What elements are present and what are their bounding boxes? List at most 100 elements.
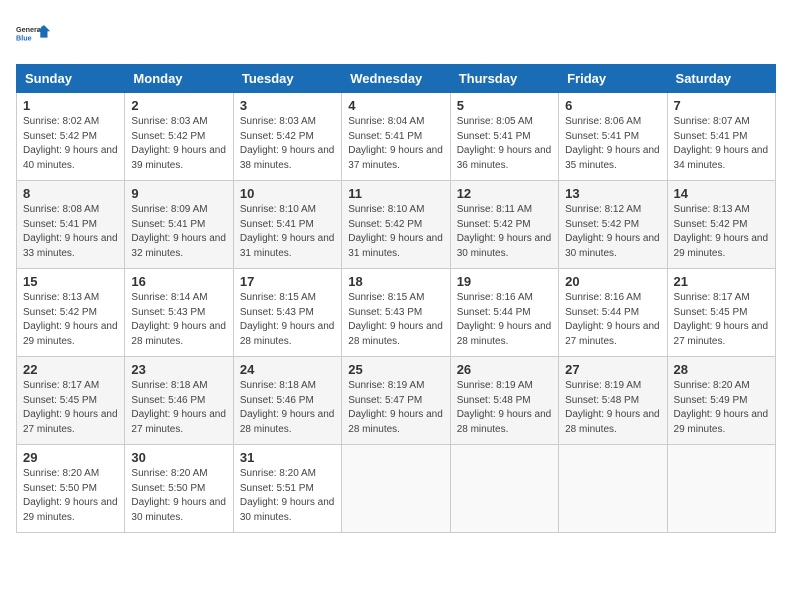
calendar-cell: 9 Sunrise: 8:09 AMSunset: 5:41 PMDaylight… (125, 181, 233, 269)
calendar-cell: 31Sunrise: 8:20 AMSunset: 5:51 PMDayligh… (233, 445, 341, 533)
calendar-cell: 4Sunrise: 8:04 AMSunset: 5:41 PMDaylight… (342, 93, 450, 181)
day-number: 27 (565, 362, 660, 377)
day-info: Sunrise: 8:17 AMSunset: 5:45 PMDaylight:… (674, 291, 769, 349)
day-number: 29 (23, 450, 118, 465)
calendar-cell: 19 Sunrise: 8:16 AMSunset: 5:44 PMDayligh… (450, 269, 558, 357)
day-number: 12 (457, 186, 552, 201)
day-number: 20 (565, 274, 660, 289)
day-info: Sunrise: 8:19 AMSunset: 5:47 PMDaylight:… (348, 379, 443, 437)
calendar-header-row: SundayMondayTuesdayWednesdayThursdayFrid… (17, 65, 776, 93)
day-info: Sunrise: 8:07 AMSunset: 5:41 PMDaylight:… (674, 115, 769, 173)
day-number: 25 (348, 362, 443, 377)
calendar-cell: 6 Sunrise: 8:06 AMSunset: 5:41 PMDaylight… (559, 93, 667, 181)
day-info: Sunrise: 8:19 AMSunset: 5:48 PMDaylight:… (565, 379, 660, 437)
calendar-cell: 15 Sunrise: 8:13 AMSunset: 5:42 PMDayligh… (17, 269, 125, 357)
calendar-cell: 13Sunrise: 8:12 AMSunset: 5:42 PMDayligh… (559, 181, 667, 269)
day-info: Sunrise: 8:16 AMSunset: 5:44 PMDaylight:… (565, 291, 660, 349)
day-info: Sunrise: 8:13 AMSunset: 5:42 PMDaylight:… (674, 203, 769, 261)
day-number: 1 (23, 98, 118, 113)
logo: GeneralBlue (16, 16, 52, 52)
calendar-cell: 20 Sunrise: 8:16 AMSunset: 5:44 PMDayligh… (559, 269, 667, 357)
calendar-week-2: 8Sunrise: 8:08 AMSunset: 5:41 PMDaylight… (17, 181, 776, 269)
day-number: 14 (674, 186, 769, 201)
calendar-cell: 28Sunrise: 8:20 AMSunset: 5:49 PMDayligh… (667, 357, 775, 445)
day-number: 9 (131, 186, 226, 201)
day-number: 26 (457, 362, 552, 377)
calendar-cell: 14 Sunrise: 8:13 AMSunset: 5:42 PMDayligh… (667, 181, 775, 269)
calendar-cell: 27 Sunrise: 8:19 AMSunset: 5:48 PMDayligh… (559, 357, 667, 445)
day-number: 22 (23, 362, 118, 377)
day-info: Sunrise: 8:15 AMSunset: 5:43 PMDaylight:… (240, 291, 335, 349)
col-header-saturday: Saturday (667, 65, 775, 93)
calendar-table: SundayMondayTuesdayWednesdayThursdayFrid… (16, 64, 776, 533)
calendar-week-3: 15 Sunrise: 8:13 AMSunset: 5:42 PMDayligh… (17, 269, 776, 357)
calendar-cell: 30 Sunrise: 8:20 AMSunset: 5:50 PMDayligh… (125, 445, 233, 533)
day-number: 23 (131, 362, 226, 377)
calendar-week-1: 1 Sunrise: 8:02 AMSunset: 5:42 PMDaylight… (17, 93, 776, 181)
calendar-cell: 18 Sunrise: 8:15 AMSunset: 5:43 PMDayligh… (342, 269, 450, 357)
day-info: Sunrise: 8:17 AMSunset: 5:45 PMDaylight:… (23, 379, 118, 437)
calendar-cell: 1 Sunrise: 8:02 AMSunset: 5:42 PMDaylight… (17, 93, 125, 181)
day-number: 15 (23, 274, 118, 289)
calendar-week-4: 22 Sunrise: 8:17 AMSunset: 5:45 PMDayligh… (17, 357, 776, 445)
day-number: 19 (457, 274, 552, 289)
day-number: 17 (240, 274, 335, 289)
calendar-cell: 12Sunrise: 8:11 AMSunset: 5:42 PMDayligh… (450, 181, 558, 269)
calendar-cell: 8Sunrise: 8:08 AMSunset: 5:41 PMDaylight… (17, 181, 125, 269)
calendar-cell: 10 Sunrise: 8:10 AMSunset: 5:41 PMDayligh… (233, 181, 341, 269)
day-number: 2 (131, 98, 226, 113)
day-info: Sunrise: 8:03 AMSunset: 5:42 PMDaylight:… (131, 115, 226, 173)
day-info: Sunrise: 8:14 AMSunset: 5:43 PMDaylight:… (131, 291, 226, 349)
day-info: Sunrise: 8:02 AMSunset: 5:42 PMDaylight:… (23, 115, 118, 173)
day-info: Sunrise: 8:10 AMSunset: 5:41 PMDaylight:… (240, 203, 335, 261)
calendar-cell (342, 445, 450, 533)
day-number: 16 (131, 274, 226, 289)
col-header-wednesday: Wednesday (342, 65, 450, 93)
calendar-cell (667, 445, 775, 533)
calendar-cell: 7 Sunrise: 8:07 AMSunset: 5:41 PMDaylight… (667, 93, 775, 181)
calendar-cell: 2 Sunrise: 8:03 AMSunset: 5:42 PMDaylight… (125, 93, 233, 181)
day-number: 24 (240, 362, 335, 377)
day-number: 13 (565, 186, 660, 201)
calendar-cell: 25 Sunrise: 8:19 AMSunset: 5:47 PMDayligh… (342, 357, 450, 445)
calendar-cell: 26Sunrise: 8:19 AMSunset: 5:48 PMDayligh… (450, 357, 558, 445)
calendar-cell: 17 Sunrise: 8:15 AMSunset: 5:43 PMDayligh… (233, 269, 341, 357)
day-number: 30 (131, 450, 226, 465)
day-number: 18 (348, 274, 443, 289)
day-info: Sunrise: 8:20 AMSunset: 5:50 PMDaylight:… (131, 467, 226, 525)
day-number: 8 (23, 186, 118, 201)
logo-icon: GeneralBlue (16, 16, 52, 52)
day-info: Sunrise: 8:09 AMSunset: 5:41 PMDaylight:… (131, 203, 226, 261)
col-header-tuesday: Tuesday (233, 65, 341, 93)
svg-text:Blue: Blue (16, 33, 32, 42)
day-info: Sunrise: 8:10 AMSunset: 5:42 PMDaylight:… (348, 203, 443, 261)
col-header-thursday: Thursday (450, 65, 558, 93)
page-header: GeneralBlue (16, 16, 776, 52)
calendar-cell: 21 Sunrise: 8:17 AMSunset: 5:45 PMDayligh… (667, 269, 775, 357)
day-info: Sunrise: 8:18 AMSunset: 5:46 PMDaylight:… (131, 379, 226, 437)
col-header-friday: Friday (559, 65, 667, 93)
calendar-cell (450, 445, 558, 533)
col-header-monday: Monday (125, 65, 233, 93)
day-info: Sunrise: 8:16 AMSunset: 5:44 PMDaylight:… (457, 291, 552, 349)
calendar-cell (559, 445, 667, 533)
calendar-cell: 24Sunrise: 8:18 AMSunset: 5:46 PMDayligh… (233, 357, 341, 445)
calendar-cell: 29Sunrise: 8:20 AMSunset: 5:50 PMDayligh… (17, 445, 125, 533)
calendar-cell: 5Sunrise: 8:05 AMSunset: 5:41 PMDaylight… (450, 93, 558, 181)
day-info: Sunrise: 8:06 AMSunset: 5:41 PMDaylight:… (565, 115, 660, 173)
day-number: 21 (674, 274, 769, 289)
day-number: 4 (348, 98, 443, 113)
day-info: Sunrise: 8:13 AMSunset: 5:42 PMDaylight:… (23, 291, 118, 349)
day-info: Sunrise: 8:15 AMSunset: 5:43 PMDaylight:… (348, 291, 443, 349)
calendar-week-5: 29 Sunrise: 8:20 AMSunset: 5:50 PMDayligh… (17, 445, 776, 533)
day-number: 3 (240, 98, 335, 113)
col-header-sunday: Sunday (17, 65, 125, 93)
calendar-cell: 3Sunrise: 8:03 AMSunset: 5:42 PMDaylight… (233, 93, 341, 181)
day-number: 28 (674, 362, 769, 377)
day-number: 11 (348, 186, 443, 201)
day-number: 31 (240, 450, 335, 465)
day-number: 6 (565, 98, 660, 113)
day-number: 10 (240, 186, 335, 201)
calendar-cell: 23 Sunrise: 8:18 AMSunset: 5:46 PMDayligh… (125, 357, 233, 445)
day-number: 7 (674, 98, 769, 113)
